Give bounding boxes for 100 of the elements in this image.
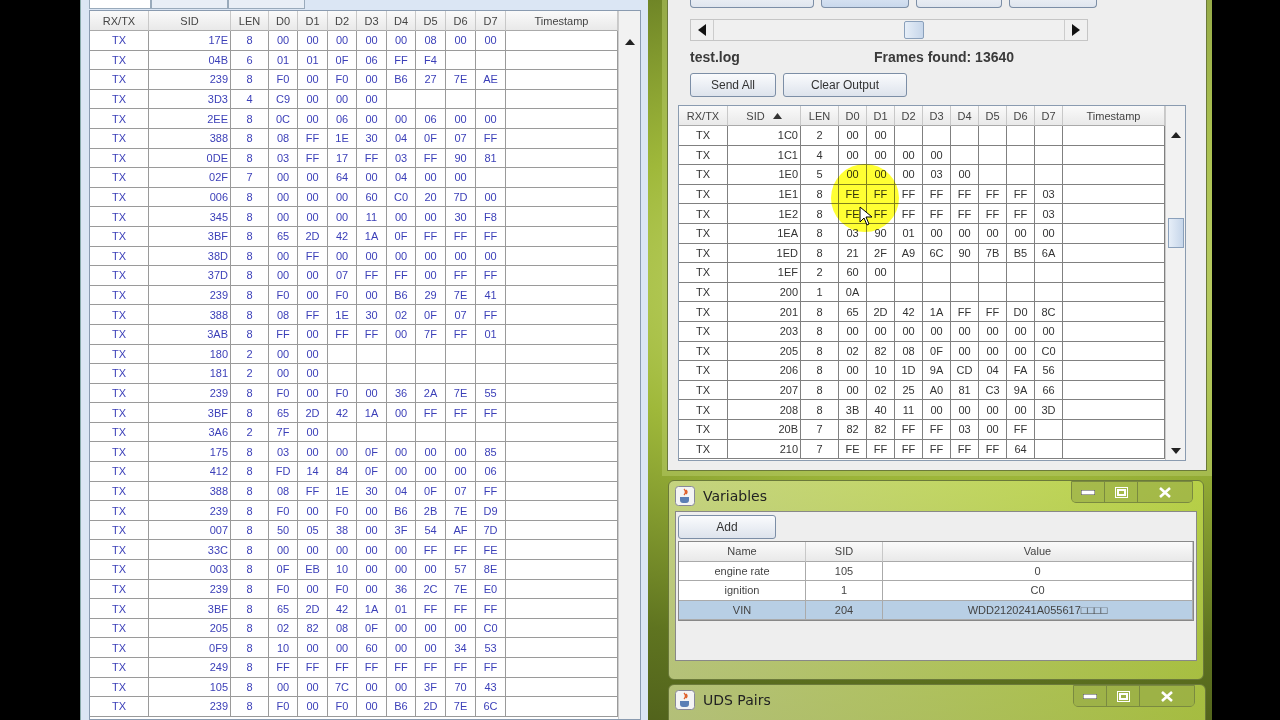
- table-cell: FF: [446, 226, 476, 247]
- column-header[interactable]: D6: [1007, 106, 1035, 126]
- table-cell: 7E: [446, 285, 476, 306]
- table-cell: TX: [679, 321, 728, 342]
- maximize-button[interactable]: [1107, 686, 1140, 706]
- scroll-left-icon[interactable]: [698, 24, 706, 36]
- table-row[interactable]: ignition 1 C0: [679, 581, 1193, 601]
- tab[interactable]: [151, 0, 228, 9]
- scrollbar[interactable]: [618, 11, 640, 719]
- table-cell: TX: [90, 520, 149, 541]
- table-cell: F0: [328, 70, 357, 90]
- column-header[interactable]: D4: [951, 106, 979, 126]
- column-header[interactable]: RX/TX: [679, 106, 728, 126]
- table-cell: 40: [867, 400, 895, 420]
- table-cell: FF: [1007, 184, 1035, 205]
- column-header[interactable]: Value: [883, 542, 1193, 562]
- table-cell: 41: [476, 285, 506, 306]
- table-cell: 00: [298, 383, 328, 404]
- maximize-button[interactable]: [1105, 482, 1138, 502]
- table-cell: 06: [328, 109, 357, 129]
- column-header[interactable]: D2: [895, 106, 923, 126]
- column-header[interactable]: D0: [839, 106, 867, 126]
- column-header[interactable]: D2: [328, 11, 357, 31]
- column-header[interactable]: D4: [387, 11, 416, 31]
- table-cell: [1035, 126, 1063, 146]
- scroll-right-icon[interactable]: [1072, 24, 1080, 36]
- table-cell: [1035, 165, 1063, 185]
- table-cell: 8: [231, 618, 269, 639]
- table-cell: FF: [951, 204, 979, 224]
- table-cell: 00: [923, 223, 951, 244]
- column-header[interactable]: D3: [357, 11, 387, 31]
- column-header[interactable]: SID: [149, 11, 231, 31]
- scroll-up-icon[interactable]: [1170, 132, 1181, 138]
- tab[interactable]: [89, 0, 151, 9]
- table-cell: 175: [149, 442, 231, 463]
- add-button[interactable]: Add: [678, 515, 776, 539]
- action-button[interactable]: Clear Output: [783, 73, 907, 97]
- action-button[interactable]: Send All: [690, 73, 776, 97]
- column-header[interactable]: D3: [923, 106, 951, 126]
- tab[interactable]: [228, 0, 305, 9]
- minimize-button[interactable]: [1072, 482, 1105, 502]
- table-cell: 06: [357, 50, 387, 71]
- table-cell: FF: [298, 305, 328, 325]
- table-cell: FF: [357, 658, 387, 678]
- column-header[interactable]: D0: [269, 11, 298, 31]
- scroll-thumb[interactable]: [904, 21, 924, 39]
- table-cell: 08: [269, 128, 298, 149]
- close-button[interactable]: [1138, 482, 1192, 502]
- table-cell: TX: [90, 403, 149, 423]
- table-cell: 8: [801, 302, 839, 322]
- table-cell: 00: [416, 266, 446, 286]
- column-header[interactable]: D6: [446, 11, 476, 31]
- table-cell: TX: [679, 439, 728, 460]
- table-row[interactable]: engine rate 105 0: [679, 561, 1193, 581]
- table-cell: 8: [231, 383, 269, 404]
- column-header[interactable]: D1: [298, 11, 328, 31]
- column-header[interactable]: D5: [979, 106, 1007, 126]
- table-cell: 8: [231, 148, 269, 169]
- table-cell: 7E: [446, 697, 476, 717]
- table-cell: 7E: [446, 383, 476, 404]
- table-cell: 2EE: [149, 109, 231, 129]
- minimize-button[interactable]: [1074, 686, 1107, 706]
- column-header[interactable]: LEN: [231, 11, 269, 31]
- table-cell: 00: [839, 126, 867, 146]
- table-cell: 00: [839, 321, 867, 342]
- column-header[interactable]: D7: [476, 11, 506, 31]
- table-cell: 08: [895, 341, 923, 362]
- table-cell: F0: [328, 285, 357, 306]
- table-cell: [387, 364, 416, 384]
- table-row[interactable]: VIN 204 WDD2120241A055617□□□□: [679, 600, 1193, 620]
- table-cell: 65: [269, 403, 298, 423]
- table-cell: 81: [951, 380, 979, 401]
- close-button[interactable]: [1140, 686, 1194, 706]
- scroll-thumb[interactable]: [1167, 218, 1184, 248]
- column-header[interactable]: SID: [806, 542, 883, 562]
- position-scrollbar[interactable]: [690, 19, 1088, 41]
- column-header[interactable]: SID: [728, 106, 801, 126]
- table-cell: 0F: [923, 341, 951, 362]
- table-cell: 00: [328, 246, 357, 267]
- column-header[interactable]: D5: [416, 11, 446, 31]
- table-cell: TX: [679, 341, 728, 362]
- table-cell: 00: [298, 422, 328, 443]
- column-header[interactable]: D1: [867, 106, 895, 126]
- table-cell: TX: [90, 207, 149, 227]
- table-cell: 14: [298, 462, 328, 482]
- table-cell: FD: [269, 462, 298, 482]
- table-cell: TX: [679, 263, 728, 283]
- column-header[interactable]: Name: [679, 542, 806, 562]
- column-header[interactable]: LEN: [801, 106, 839, 126]
- table-cell: 01: [476, 324, 506, 345]
- column-header[interactable]: RX/TX: [90, 11, 149, 31]
- table-cell: 00: [951, 223, 979, 244]
- table-cell: 00: [269, 266, 298, 286]
- column-header[interactable]: D7: [1035, 106, 1063, 126]
- table-cell: 00: [923, 321, 951, 342]
- scroll-down-icon[interactable]: [1170, 448, 1181, 454]
- table-cell: 0C: [269, 109, 298, 129]
- table-cell: 8: [231, 520, 269, 541]
- table-cell: AF: [446, 520, 476, 541]
- scroll-up-icon[interactable]: [624, 39, 635, 45]
